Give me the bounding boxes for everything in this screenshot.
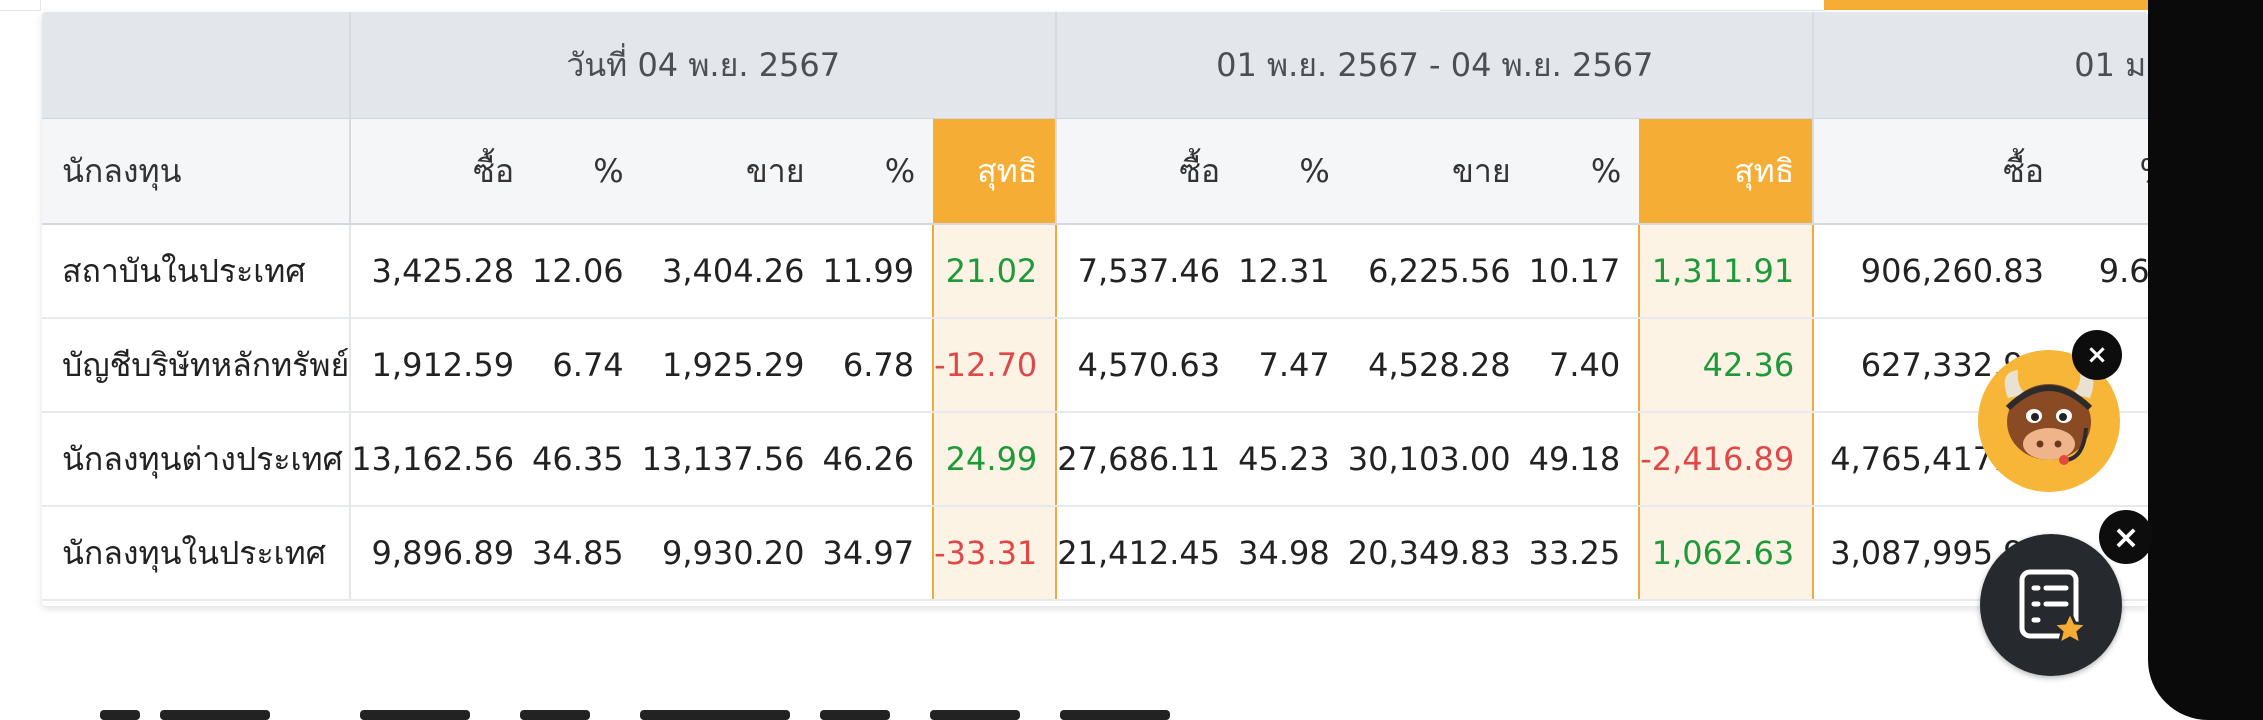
close-icon[interactable]: × bbox=[2099, 510, 2153, 564]
buy-percent-cell: 45.23 bbox=[1238, 412, 1348, 507]
buy-cell: 9,896.89 bbox=[349, 506, 533, 601]
sell-column-header[interactable]: ขาย bbox=[641, 118, 823, 225]
tab-segment[interactable] bbox=[0, 0, 41, 11]
buy-percent-cell: 7.47 bbox=[1238, 318, 1348, 413]
sell-cell: 1,925.29 bbox=[641, 318, 823, 413]
buy-cell: 21,412.45 bbox=[1055, 506, 1239, 601]
net-cell: 42.36 bbox=[1638, 318, 1815, 413]
sell-column-header[interactable]: ขาย bbox=[1347, 118, 1529, 225]
buy-cell: 13,162.56 bbox=[349, 412, 533, 507]
sell-percent-cell: 7.40 bbox=[1528, 318, 1640, 413]
investor-name-cell: บัญชีบริษัทหลักทรัพย์ bbox=[42, 318, 352, 413]
net-cell: 21.02 bbox=[932, 224, 1058, 319]
group-header-row: วันที่ 04 พ.ย. 2567 01 พ.ย. 2567 - 04 พ.… bbox=[42, 12, 2148, 119]
buy-column-header[interactable]: ซื้อ bbox=[1812, 118, 2063, 225]
buy-percent-cell: 34.98 bbox=[1238, 506, 1348, 601]
sell-percent-cell: 34.97 bbox=[822, 506, 934, 601]
top-tab-strip bbox=[0, 0, 2263, 11]
investor-trading-table-card: วันที่ 04 พ.ย. 2567 01 พ.ย. 2567 - 04 พ.… bbox=[42, 12, 2148, 606]
net-cell: 24.99 bbox=[932, 412, 1058, 507]
active-tab-indicator[interactable] bbox=[1824, 0, 2170, 10]
sell-cell: 13,137.56 bbox=[641, 412, 823, 507]
buy-cell: 906,260.83 bbox=[1812, 224, 2063, 319]
sell-cell: 20,349.83 bbox=[1347, 506, 1529, 601]
buy-column-header[interactable]: ซื้อ bbox=[1055, 118, 1239, 225]
investor-name-cell: นักลงทุนต่างประเทศ bbox=[42, 412, 352, 507]
sell-percent-cell: 33.25 bbox=[1528, 506, 1640, 601]
screen-edge bbox=[2148, 0, 2263, 720]
sell-percent-cell: 46.26 bbox=[822, 412, 934, 507]
buy-percent-column-header[interactable]: % bbox=[532, 118, 642, 225]
sell-percent-cell: 6.78 bbox=[822, 318, 934, 413]
net-column-header[interactable]: สุทธิ bbox=[933, 118, 1057, 225]
watchlist-star-icon bbox=[2019, 569, 2091, 647]
buy-percent-cell: 12.31 bbox=[1238, 224, 1348, 319]
tab-segment[interactable] bbox=[1440, 0, 1671, 11]
section-heading-clipped bbox=[100, 700, 1500, 720]
net-cell: 1,311.91 bbox=[1638, 224, 1815, 319]
group-header-day: วันที่ 04 พ.ย. 2567 bbox=[349, 12, 1057, 119]
investor-trading-table: วันที่ 04 พ.ย. 2567 01 พ.ย. 2567 - 04 พ.… bbox=[42, 12, 2148, 601]
buy-percent-cell: 34.85 bbox=[532, 506, 642, 601]
investor-column-header: นักลงทุน bbox=[42, 118, 351, 225]
investor-name-cell: นักลงทุนในประเทศ bbox=[42, 506, 352, 601]
sell-cell: 9,930.20 bbox=[641, 506, 823, 601]
table-row: นักลงทุนต่างประเทศ 13,162.56 46.35 13,13… bbox=[42, 412, 2148, 507]
buy-percent-cell: 9.65 bbox=[2062, 224, 2148, 319]
net-cell: -2,416.89 bbox=[1638, 412, 1815, 507]
buy-column-header[interactable]: ซื้อ bbox=[349, 118, 533, 225]
sell-percent-column-header[interactable]: % bbox=[1528, 118, 1640, 225]
buy-cell: 3,425.28 bbox=[349, 224, 533, 319]
buy-percent-cell: 6.74 bbox=[532, 318, 642, 413]
net-cell: -33.31 bbox=[932, 506, 1058, 601]
sell-cell: 3,404.26 bbox=[641, 224, 823, 319]
group-header-month-to-date: 01 พ.ย. 2567 - 04 พ.ย. 2567 bbox=[1055, 12, 1814, 119]
table-row: บัญชีบริษัทหลักทรัพย์ 1,912.59 6.74 1,92… bbox=[42, 318, 2148, 413]
buy-percent-cell: 46.35 bbox=[532, 412, 642, 507]
sell-cell: 6,225.56 bbox=[1347, 224, 1529, 319]
sell-percent-cell: 11.99 bbox=[822, 224, 934, 319]
sell-percent-cell: 49.18 bbox=[1528, 412, 1640, 507]
buy-cell: 1,912.59 bbox=[349, 318, 533, 413]
column-header-row: นักลงทุน ซื้อ % ขาย % สุทธิ ซื้อ % ขาย %… bbox=[42, 118, 2148, 225]
watchlist-fab[interactable] bbox=[1980, 534, 2122, 676]
sell-cell: 4,528.28 bbox=[1347, 318, 1529, 413]
group-header-empty bbox=[42, 12, 351, 119]
close-icon[interactable]: × bbox=[2072, 330, 2122, 380]
net-column-header[interactable]: สุทธิ bbox=[1639, 118, 1814, 225]
sell-percent-column-header[interactable]: % bbox=[822, 118, 934, 225]
group-header-year-to-date: 01 ม.ค. bbox=[1812, 12, 2148, 119]
buy-cell: 27,686.11 bbox=[1055, 412, 1239, 507]
buy-percent-column-header[interactable]: % bbox=[1238, 118, 1348, 225]
buy-cell: 7,537.46 bbox=[1055, 224, 1239, 319]
sell-percent-cell: 10.17 bbox=[1528, 224, 1640, 319]
buy-percent-cell: 12.06 bbox=[532, 224, 642, 319]
table-row: สถาบันในประเทศ 3,425.28 12.06 3,404.26 1… bbox=[42, 224, 2148, 319]
buy-cell: 4,570.63 bbox=[1055, 318, 1239, 413]
net-cell: 1,062.63 bbox=[1638, 506, 1815, 601]
net-cell: -12.70 bbox=[932, 318, 1058, 413]
table-row: นักลงทุนในประเทศ 9,896.89 34.85 9,930.20… bbox=[42, 506, 2148, 601]
tab-segment[interactable] bbox=[1670, 0, 1825, 11]
sell-cell: 30,103.00 bbox=[1347, 412, 1529, 507]
investor-name-cell: สถาบันในประเทศ bbox=[42, 224, 352, 319]
buy-percent-column-header[interactable]: % bbox=[2062, 118, 2148, 225]
